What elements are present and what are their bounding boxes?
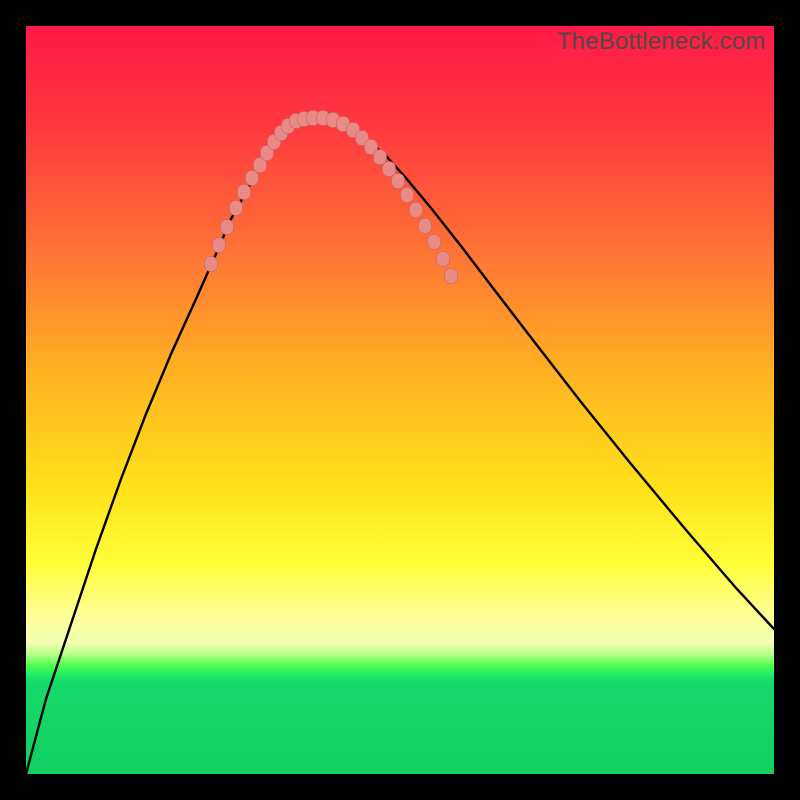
curve-marker: [230, 201, 243, 216]
curve-marker: [428, 235, 441, 250]
plot-area: TheBottleneck.com: [26, 26, 774, 774]
curve-marker: [392, 174, 405, 189]
curve-marker: [246, 171, 259, 186]
curve-markers: [205, 111, 458, 284]
curve-marker: [205, 257, 218, 272]
curve-svg: [26, 26, 774, 774]
curve-marker: [221, 220, 234, 235]
curve-marker: [419, 219, 432, 234]
curve-marker: [437, 252, 450, 267]
curve-marker: [374, 150, 387, 165]
outer-frame: TheBottleneck.com: [0, 0, 800, 800]
curve-marker: [213, 238, 226, 253]
curve-marker: [401, 188, 414, 203]
curve-marker: [445, 269, 458, 284]
curve-marker: [410, 203, 423, 218]
curve-marker: [238, 185, 251, 200]
curve-marker: [383, 162, 396, 177]
bottleneck-curve: [26, 118, 774, 774]
